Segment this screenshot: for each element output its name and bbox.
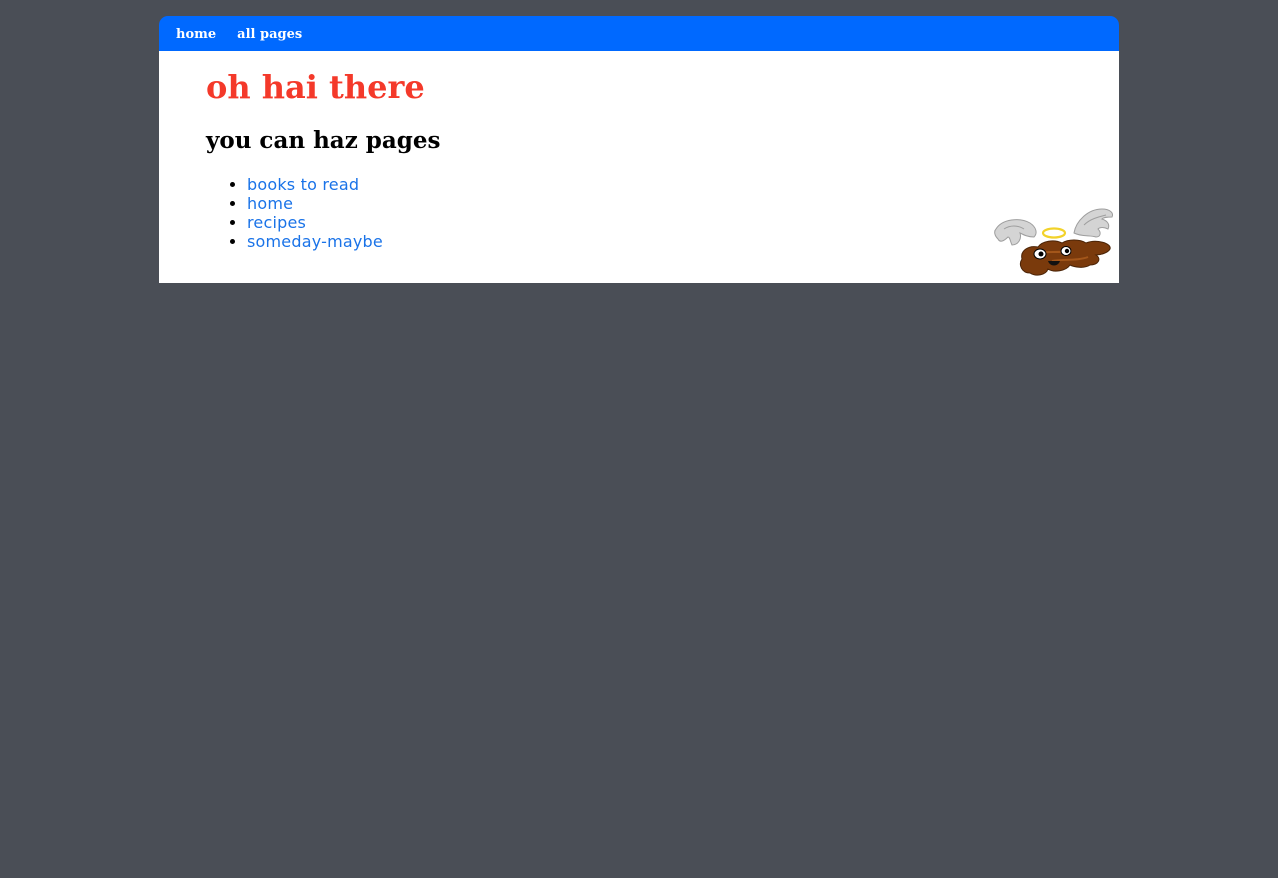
page-title: oh hai there	[206, 68, 425, 106]
page-list: books to read home recipes someday-maybe	[206, 175, 383, 251]
main-content: oh hai there you can haz pages books to …	[159, 51, 1119, 283]
page-link-books-to-read[interactable]: books to read	[247, 175, 359, 194]
page-container: home all pages oh hai there you can haz …	[159, 16, 1119, 283]
right-pupil	[1064, 248, 1070, 254]
right-wing	[1073, 208, 1113, 238]
halo	[1041, 227, 1067, 239]
list-item: home	[247, 194, 383, 213]
page-link-home[interactable]: home	[247, 194, 293, 213]
nav-all-pages-link[interactable]: all pages	[237, 15, 302, 52]
poop-body	[1019, 239, 1111, 276]
page-link-recipes[interactable]: recipes	[247, 213, 306, 232]
list-item: books to read	[247, 175, 383, 194]
nav-home-link[interactable]: home	[176, 15, 216, 52]
winged-angel-poop-icon	[994, 208, 1113, 276]
page-link-someday-maybe[interactable]: someday-maybe	[247, 232, 383, 251]
pages-heading: you can haz pages	[206, 127, 441, 154]
left-pupil	[1038, 251, 1044, 257]
list-item: recipes	[247, 213, 383, 232]
left-wing	[994, 219, 1037, 246]
list-item: someday-maybe	[247, 232, 383, 251]
top-navbar: home all pages	[159, 16, 1119, 51]
